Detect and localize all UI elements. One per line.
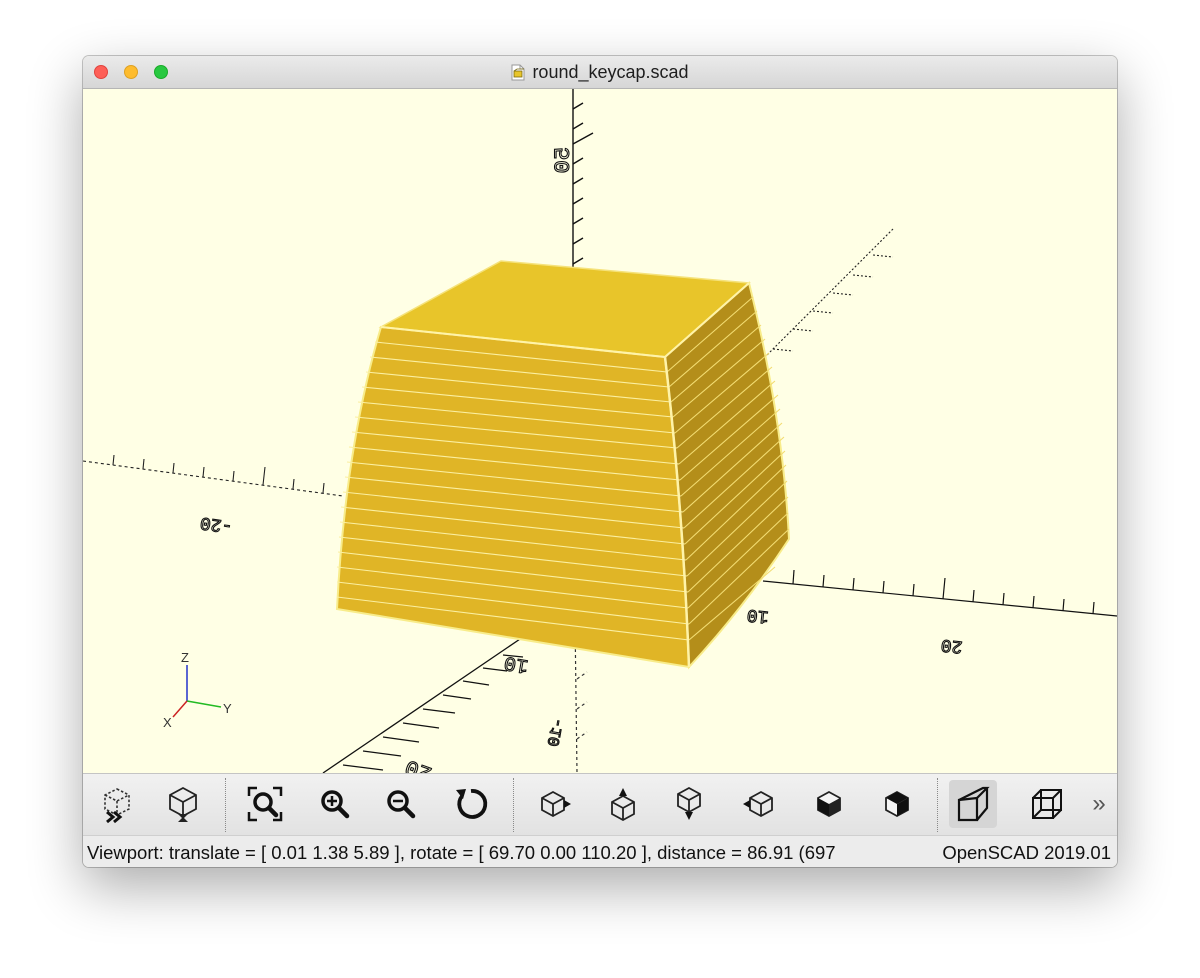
orthogonal-button[interactable] — [1023, 780, 1071, 828]
render-icon — [169, 786, 197, 822]
toolbar-separator — [937, 778, 938, 832]
zoom-in-button[interactable] — [311, 780, 359, 828]
view-left-button[interactable] — [737, 780, 785, 828]
preview-icon — [104, 788, 130, 824]
view-all-button[interactable] — [241, 780, 289, 828]
zoom-in-icon — [321, 790, 350, 819]
orthogonal-icon — [1032, 789, 1062, 819]
version-text: OpenSCAD 2019.01 — [936, 842, 1111, 864]
x-label-10: 10 — [746, 604, 770, 626]
y-label-10: 10 — [503, 650, 531, 677]
x-axis-positive — [762, 569, 1117, 617]
view-top-button[interactable] — [599, 780, 647, 828]
3d-viewport[interactable]: 50 -20 10 20 10 20 -10 Z Y X — [83, 89, 1117, 773]
view-all-icon — [247, 786, 283, 822]
reset-view-button[interactable] — [447, 780, 495, 828]
reset-view-icon — [456, 789, 488, 819]
window-title: round_keycap.scad — [532, 62, 689, 82]
x-neg-label-20: -20 — [199, 512, 234, 536]
view-left-icon — [743, 790, 773, 818]
z-axis — [572, 89, 594, 273]
title-bar[interactable]: round_keycap.scad — [83, 56, 1117, 89]
perspective-button[interactable] — [949, 780, 997, 828]
orientation-gizmo: Z Y X — [163, 650, 232, 730]
x-axis-negative — [83, 454, 344, 497]
view-top-icon — [611, 788, 635, 822]
view-front-button[interactable] — [805, 780, 853, 828]
view-bottom-button[interactable] — [665, 780, 713, 828]
window-title-wrap: round_keycap.scad — [83, 56, 1117, 89]
toolbar-separator — [225, 778, 226, 832]
zoom-out-icon — [387, 790, 416, 819]
y-axis-negative — [752, 228, 894, 370]
z-neg-label-10: -10 — [545, 717, 568, 749]
y-label-20: 20 — [402, 753, 435, 773]
gizmo-y-label: Y — [223, 701, 232, 716]
x-label-20: 20 — [940, 634, 964, 656]
z-label-50: 50 — [551, 147, 576, 173]
gizmo-z-label: Z — [181, 650, 189, 665]
zoom-out-button[interactable] — [377, 780, 425, 828]
scene-canvas: 50 -20 10 20 10 20 -10 Z Y X — [83, 89, 1117, 773]
status-bar: Viewport: translate = [ 0.01 1.38 5.89 ]… — [83, 835, 1117, 867]
view-toolbar: » — [83, 773, 1117, 835]
render-button[interactable] — [159, 780, 207, 828]
keycap-model[interactable] — [335, 260, 791, 670]
view-front-icon — [817, 790, 841, 818]
viewport-status-text: Viewport: translate = [ 0.01 1.38 5.89 ]… — [87, 842, 836, 863]
view-back-icon — [885, 790, 909, 818]
scad-file-icon — [511, 64, 525, 81]
y-axis-positive — [322, 636, 524, 773]
preview-button[interactable] — [93, 780, 141, 828]
view-right-icon — [541, 790, 571, 818]
gizmo-x-label: X — [163, 715, 172, 730]
perspective-icon — [957, 786, 990, 822]
view-back-button[interactable] — [873, 780, 921, 828]
openscad-window: round_keycap.scad 50 -20 10 20 10 20 -10… — [83, 56, 1117, 867]
view-bottom-icon — [677, 786, 701, 820]
toolbar-overflow-button[interactable]: » — [1086, 786, 1112, 822]
view-right-button[interactable] — [529, 780, 577, 828]
toolbar-separator — [513, 778, 514, 832]
